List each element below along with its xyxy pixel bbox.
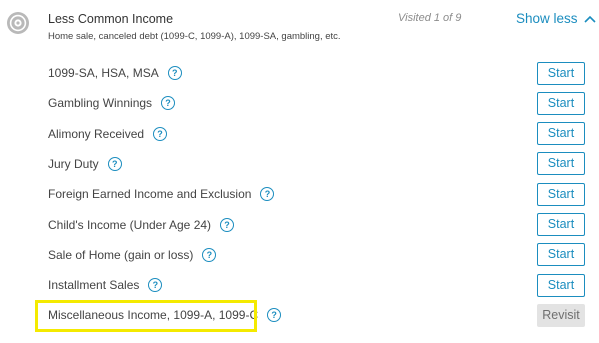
show-less-label: Show less bbox=[516, 11, 578, 26]
income-item-label: Alimony Received bbox=[48, 126, 145, 141]
income-item-label-group: Alimony Received? bbox=[48, 126, 168, 141]
income-item-label-group: 1099-SA, HSA, MSA? bbox=[48, 66, 182, 80]
income-item-row: Miscellaneous Income, 1099-A, 1099-C? Rev… bbox=[48, 302, 585, 328]
income-item-label: Child's Income (Under Age 24) bbox=[48, 217, 212, 232]
help-circle-icon[interactable]: ? bbox=[220, 217, 235, 232]
section-subtitle: Home sale, canceled debt (1099-C, 1099-A… bbox=[48, 31, 341, 42]
income-item-label: Installment Sales bbox=[48, 278, 140, 293]
less-common-income-section: Less Common Income Home sale, canceled d… bbox=[0, 0, 599, 343]
help-circle-icon[interactable]: ? bbox=[260, 187, 275, 202]
income-item-label-group: Child's Income (Under Age 24)? bbox=[48, 217, 235, 232]
income-item-label: Foreign Earned Income and Exclusion bbox=[48, 187, 252, 202]
income-item-row: Child's Income (Under Age 24)? Start bbox=[48, 212, 585, 238]
start-button[interactable]: Start bbox=[537, 91, 585, 115]
income-item-row: Alimony Received? Start bbox=[48, 121, 585, 147]
show-less-toggle[interactable]: Show less bbox=[516, 11, 596, 26]
visited-status: Visited 1 of 9 bbox=[398, 12, 462, 24]
income-item-row: Foreign Earned Income and Exclusion? Star… bbox=[48, 181, 585, 207]
revisit-button[interactable]: Revisit bbox=[537, 303, 585, 327]
income-item-label-group: Gambling Winnings? bbox=[48, 96, 176, 111]
section-title: Less Common Income bbox=[48, 12, 174, 26]
income-item-row: Jury Duty? Start bbox=[48, 151, 585, 177]
start-button[interactable]: Start bbox=[537, 61, 585, 85]
income-item-label: Miscellaneous Income, 1099-A, 1099-C bbox=[48, 308, 259, 323]
income-category-icon bbox=[7, 12, 29, 34]
income-item-row: Gambling Winnings? Start bbox=[48, 90, 585, 116]
start-button[interactable]: Start bbox=[537, 213, 585, 236]
income-item-label-group: Miscellaneous Income, 1099-A, 1099-C? bbox=[48, 308, 282, 323]
income-item-label-group: Foreign Earned Income and Exclusion? bbox=[48, 187, 275, 202]
income-item-label-group: Jury Duty? bbox=[48, 156, 122, 171]
help-circle-icon[interactable]: ? bbox=[267, 308, 282, 323]
income-item-row: Sale of Home (gain or loss)? Start bbox=[48, 242, 585, 268]
start-button[interactable]: Start bbox=[537, 273, 585, 297]
income-item-row: 1099-SA, HSA, MSA? Start bbox=[48, 60, 585, 86]
start-button[interactable]: Start bbox=[537, 152, 585, 176]
help-circle-icon[interactable]: ? bbox=[167, 66, 182, 80]
help-circle-icon[interactable]: ? bbox=[148, 278, 163, 293]
start-button[interactable]: Start bbox=[537, 243, 585, 267]
help-circle-icon[interactable]: ? bbox=[153, 126, 168, 141]
income-item-label: Sale of Home (gain or loss) bbox=[48, 247, 194, 262]
help-circle-icon[interactable]: ? bbox=[202, 247, 217, 262]
income-item-row: Installment Sales? Start bbox=[48, 272, 585, 298]
help-circle-icon[interactable]: ? bbox=[161, 96, 176, 111]
income-item-label: Jury Duty bbox=[48, 156, 99, 171]
income-item-label-group: Installment Sales? bbox=[48, 278, 163, 293]
income-item-label-group: Sale of Home (gain or loss)? bbox=[48, 247, 217, 262]
start-button[interactable]: Start bbox=[537, 122, 585, 146]
start-button[interactable]: Start bbox=[537, 182, 585, 206]
income-item-label: Gambling Winnings bbox=[48, 96, 153, 111]
income-item-label: 1099-SA, HSA, MSA bbox=[48, 66, 159, 80]
help-circle-icon[interactable]: ? bbox=[107, 156, 122, 171]
chevron-up-icon bbox=[583, 15, 596, 23]
